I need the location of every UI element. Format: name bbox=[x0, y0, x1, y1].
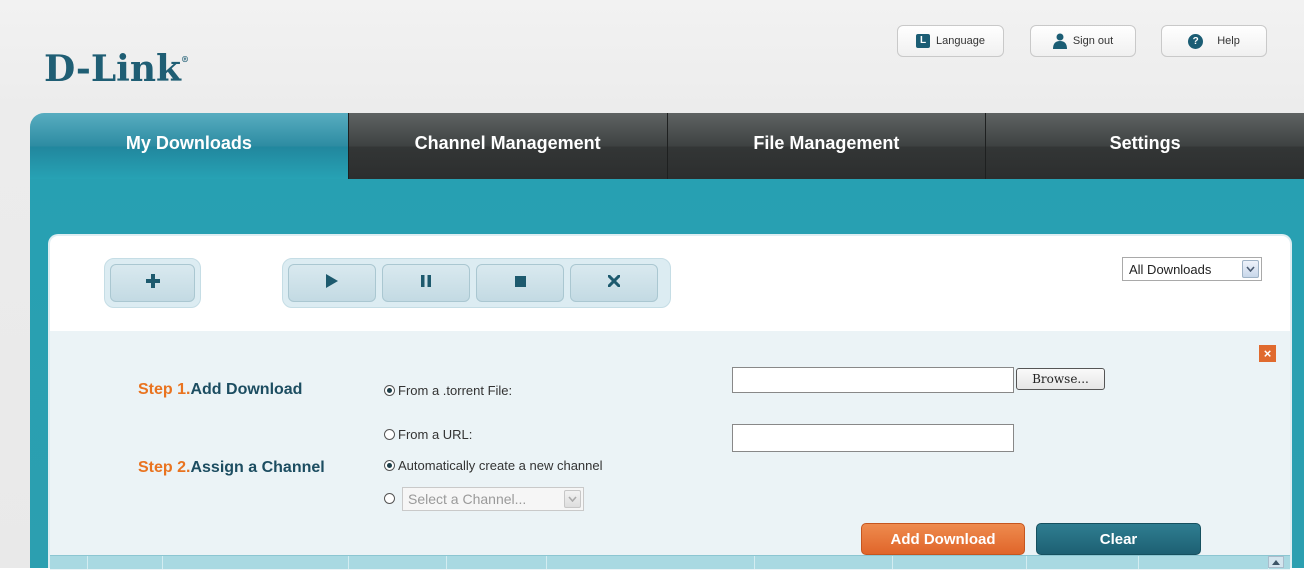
radio-select-channel[interactable] bbox=[384, 493, 395, 504]
option-url-label: From a URL: bbox=[398, 427, 473, 442]
language-label: Language bbox=[936, 35, 985, 47]
add-download-button[interactable]: Add Download bbox=[861, 523, 1025, 555]
step2-label: Step 2.Assign a Channel bbox=[138, 459, 325, 476]
play-button[interactable] bbox=[288, 264, 376, 302]
radio-torrent[interactable] bbox=[384, 385, 395, 396]
add-download-form: × Step 1.Add Download Step 2.Assign a Ch… bbox=[50, 331, 1290, 570]
table-header-cell bbox=[547, 556, 755, 569]
browse-button[interactable]: Browse... bbox=[1016, 368, 1105, 390]
add-group bbox=[104, 258, 201, 308]
tab-channel-management[interactable]: Channel Management bbox=[347, 113, 667, 179]
close-icon[interactable]: × bbox=[1259, 345, 1276, 362]
table-header-cell bbox=[893, 556, 1027, 569]
option-url[interactable]: From a URL: bbox=[384, 427, 472, 442]
torrent-file-input[interactable] bbox=[732, 367, 1014, 393]
main-tabs: My Downloads Channel Management File Man… bbox=[30, 113, 1304, 179]
table-header-cell bbox=[88, 556, 163, 569]
toolbar: All Downloads bbox=[50, 236, 1290, 331]
chevron-down-icon[interactable] bbox=[1242, 260, 1259, 278]
table-header-cell bbox=[447, 556, 547, 569]
dlink-logo: D-Link® bbox=[44, 48, 189, 90]
table-header-cell bbox=[755, 556, 893, 569]
scroll-up-button[interactable] bbox=[1268, 556, 1284, 568]
url-input[interactable] bbox=[732, 424, 1014, 452]
tab-settings[interactable]: Settings bbox=[985, 113, 1304, 179]
tab-file-management[interactable]: File Management bbox=[666, 113, 986, 179]
stop-button[interactable] bbox=[476, 264, 564, 302]
table-header-cell bbox=[163, 556, 349, 569]
plus-icon bbox=[145, 273, 160, 293]
signout-label: Sign out bbox=[1072, 35, 1114, 47]
clear-button[interactable]: Clear bbox=[1036, 523, 1201, 555]
table-header-cell bbox=[1027, 556, 1139, 569]
help-button[interactable]: ? Help bbox=[1161, 25, 1267, 57]
channel-select-placeholder: Select a Channel... bbox=[408, 491, 527, 507]
add-button[interactable] bbox=[110, 264, 195, 302]
download-filter-value: All Downloads bbox=[1129, 261, 1212, 277]
pause-button[interactable] bbox=[382, 264, 470, 302]
downloads-table-header bbox=[50, 555, 1290, 569]
help-label: Help bbox=[1217, 35, 1240, 47]
option-select-channel[interactable] bbox=[384, 493, 395, 504]
table-header-cell bbox=[50, 556, 88, 569]
table-header-cell bbox=[349, 556, 447, 569]
language-button[interactable]: L Language bbox=[897, 25, 1004, 57]
option-auto-channel-label: Automatically create a new channel bbox=[398, 458, 603, 473]
signout-button[interactable]: Sign out bbox=[1030, 25, 1136, 57]
downloads-panel: All Downloads × Step 1.Add Download Step… bbox=[48, 234, 1292, 570]
radio-auto-channel[interactable] bbox=[384, 460, 395, 471]
download-filter-select[interactable]: All Downloads bbox=[1122, 257, 1262, 281]
language-icon: L bbox=[916, 34, 931, 48]
help-icon: ? bbox=[1188, 33, 1204, 49]
delete-button[interactable] bbox=[570, 264, 658, 302]
chevron-down-icon[interactable] bbox=[564, 490, 581, 508]
pause-icon bbox=[421, 274, 431, 292]
user-icon bbox=[1052, 33, 1067, 49]
step1-label: Step 1.Add Download bbox=[138, 381, 303, 398]
option-torrent[interactable]: From a .torrent File: bbox=[384, 383, 512, 398]
channel-select[interactable]: Select a Channel... bbox=[402, 487, 584, 511]
stop-icon bbox=[514, 274, 526, 292]
play-icon bbox=[326, 273, 338, 293]
option-torrent-label: From a .torrent File: bbox=[398, 383, 513, 398]
control-group bbox=[282, 258, 671, 308]
delete-icon bbox=[607, 274, 621, 292]
table-header-cell bbox=[1139, 556, 1269, 569]
tab-my-downloads[interactable]: My Downloads bbox=[30, 113, 348, 179]
option-auto-channel[interactable]: Automatically create a new channel bbox=[384, 458, 603, 473]
radio-url[interactable] bbox=[384, 429, 395, 440]
